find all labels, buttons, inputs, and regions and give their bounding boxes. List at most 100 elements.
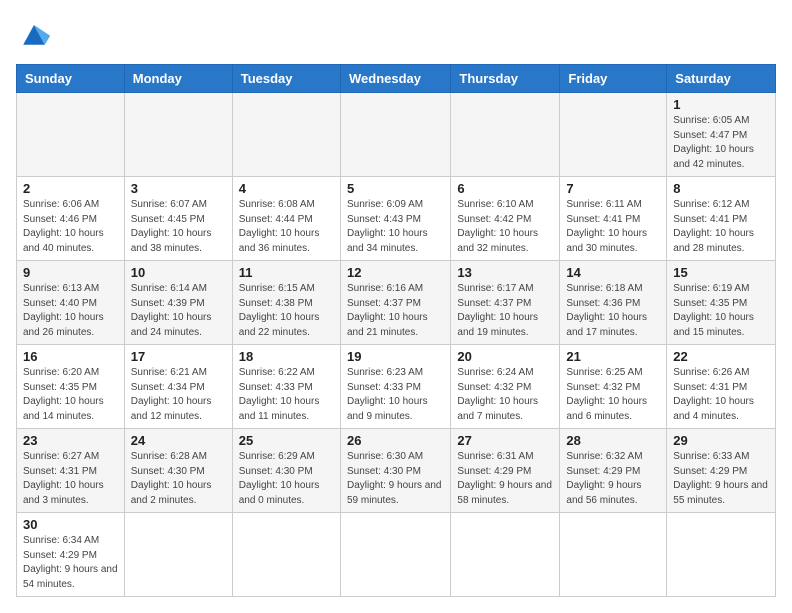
day-cell <box>667 513 776 597</box>
day-cell: 26 Sunrise: 6:30 AM Sunset: 4:30 PM Dayli… <box>340 429 450 513</box>
day-info: Sunrise: 6:22 AM Sunset: 4:33 PM Dayligh… <box>239 366 334 424</box>
weekday-header-tuesday: Tuesday <box>232 65 340 93</box>
day-number: 1 <box>673 97 769 112</box>
day-number: 8 <box>673 181 769 196</box>
weekday-header-wednesday: Wednesday <box>340 65 450 93</box>
day-cell: 15 Sunrise: 6:19 AM Sunset: 4:35 PM Dayli… <box>667 261 776 345</box>
day-info: Sunrise: 6:17 AM Sunset: 4:37 PM Dayligh… <box>457 282 553 340</box>
calendar-table: SundayMondayTuesdayWednesdayThursdayFrid… <box>16 64 776 597</box>
day-cell: 17 Sunrise: 6:21 AM Sunset: 4:34 PM Dayli… <box>124 345 232 429</box>
calendar-header: SundayMondayTuesdayWednesdayThursdayFrid… <box>17 65 776 93</box>
day-number: 19 <box>347 349 444 364</box>
day-info: Sunrise: 6:28 AM Sunset: 4:30 PM Dayligh… <box>131 450 226 508</box>
weekday-header-friday: Friday <box>560 65 667 93</box>
day-number: 14 <box>566 265 660 280</box>
logo-icon <box>16 16 52 52</box>
day-cell <box>340 93 450 177</box>
day-number: 6 <box>457 181 553 196</box>
day-number: 11 <box>239 265 334 280</box>
day-cell: 5Sunrise: 6:09 AM Sunset: 4:43 PM Daylig… <box>340 177 450 261</box>
weekday-header-thursday: Thursday <box>451 65 560 93</box>
day-number: 25 <box>239 433 334 448</box>
day-info: Sunrise: 6:15 AM Sunset: 4:38 PM Dayligh… <box>239 282 334 340</box>
weekday-header-saturday: Saturday <box>667 65 776 93</box>
day-cell <box>17 93 125 177</box>
day-number: 4 <box>239 181 334 196</box>
day-cell <box>124 513 232 597</box>
day-cell: 11 Sunrise: 6:15 AM Sunset: 4:38 PM Dayli… <box>232 261 340 345</box>
day-cell: 9Sunrise: 6:13 AM Sunset: 4:40 PM Daylig… <box>17 261 125 345</box>
day-cell <box>451 513 560 597</box>
day-number: 7 <box>566 181 660 196</box>
day-cell <box>232 513 340 597</box>
day-number: 21 <box>566 349 660 364</box>
day-cell: 24 Sunrise: 6:28 AM Sunset: 4:30 PM Dayli… <box>124 429 232 513</box>
day-info: Sunrise: 6:11 AM Sunset: 4:41 PM Dayligh… <box>566 198 660 256</box>
day-info: Sunrise: 6:21 AM Sunset: 4:34 PM Dayligh… <box>131 366 226 424</box>
day-number: 3 <box>131 181 226 196</box>
day-info: Sunrise: 6:12 AM Sunset: 4:41 PM Dayligh… <box>673 198 769 256</box>
day-cell <box>560 513 667 597</box>
day-cell: 27 Sunrise: 6:31 AM Sunset: 4:29 PM Dayli… <box>451 429 560 513</box>
day-info: Sunrise: 6:31 AM Sunset: 4:29 PM Dayligh… <box>457 450 553 508</box>
day-number: 2 <box>23 181 118 196</box>
day-cell <box>232 93 340 177</box>
day-number: 24 <box>131 433 226 448</box>
day-info: Sunrise: 6:19 AM Sunset: 4:35 PM Dayligh… <box>673 282 769 340</box>
day-number: 30 <box>23 517 118 532</box>
day-info: Sunrise: 6:05 AM Sunset: 4:47 PM Dayligh… <box>673 114 769 172</box>
calendar-body: 1 Sunrise: 6:05 AM Sunset: 4:47 PM Daylig… <box>17 93 776 597</box>
weekday-header-sunday: Sunday <box>17 65 125 93</box>
week-row-6: 30 Sunrise: 6:34 AM Sunset: 4:29 PM Dayli… <box>17 513 776 597</box>
day-cell: 2 Sunrise: 6:06 AM Sunset: 4:46 PM Daylig… <box>17 177 125 261</box>
day-info: Sunrise: 6:32 AM Sunset: 4:29 PM Dayligh… <box>566 450 660 508</box>
day-number: 23 <box>23 433 118 448</box>
day-number: 26 <box>347 433 444 448</box>
day-number: 9 <box>23 265 118 280</box>
day-number: 16 <box>23 349 118 364</box>
day-info: Sunrise: 6:34 AM Sunset: 4:29 PM Dayligh… <box>23 534 118 592</box>
day-cell: 7 Sunrise: 6:11 AM Sunset: 4:41 PM Daylig… <box>560 177 667 261</box>
day-cell: 16Sunrise: 6:20 AM Sunset: 4:35 PM Dayli… <box>17 345 125 429</box>
day-cell: 8 Sunrise: 6:12 AM Sunset: 4:41 PM Daylig… <box>667 177 776 261</box>
day-number: 28 <box>566 433 660 448</box>
day-cell: 4 Sunrise: 6:08 AM Sunset: 4:44 PM Daylig… <box>232 177 340 261</box>
page-header <box>16 16 776 52</box>
day-cell: 22Sunrise: 6:26 AM Sunset: 4:31 PM Dayli… <box>667 345 776 429</box>
day-number: 17 <box>131 349 226 364</box>
day-info: Sunrise: 6:14 AM Sunset: 4:39 PM Dayligh… <box>131 282 226 340</box>
logo <box>16 16 58 52</box>
day-cell: 19Sunrise: 6:23 AM Sunset: 4:33 PM Dayli… <box>340 345 450 429</box>
day-number: 27 <box>457 433 553 448</box>
day-number: 20 <box>457 349 553 364</box>
weekday-row: SundayMondayTuesdayWednesdayThursdayFrid… <box>17 65 776 93</box>
day-cell <box>340 513 450 597</box>
day-info: Sunrise: 6:06 AM Sunset: 4:46 PM Dayligh… <box>23 198 118 256</box>
day-info: Sunrise: 6:29 AM Sunset: 4:30 PM Dayligh… <box>239 450 334 508</box>
weekday-header-monday: Monday <box>124 65 232 93</box>
week-row-4: 16Sunrise: 6:20 AM Sunset: 4:35 PM Dayli… <box>17 345 776 429</box>
day-info: Sunrise: 6:10 AM Sunset: 4:42 PM Dayligh… <box>457 198 553 256</box>
day-number: 29 <box>673 433 769 448</box>
day-number: 12 <box>347 265 444 280</box>
week-row-2: 2 Sunrise: 6:06 AM Sunset: 4:46 PM Daylig… <box>17 177 776 261</box>
day-info: Sunrise: 6:25 AM Sunset: 4:32 PM Dayligh… <box>566 366 660 424</box>
day-cell <box>451 93 560 177</box>
week-row-5: 23Sunrise: 6:27 AM Sunset: 4:31 PM Dayli… <box>17 429 776 513</box>
day-cell: 6 Sunrise: 6:10 AM Sunset: 4:42 PM Daylig… <box>451 177 560 261</box>
day-cell: 25 Sunrise: 6:29 AM Sunset: 4:30 PM Dayli… <box>232 429 340 513</box>
day-info: Sunrise: 6:33 AM Sunset: 4:29 PM Dayligh… <box>673 450 769 508</box>
day-info: Sunrise: 6:24 AM Sunset: 4:32 PM Dayligh… <box>457 366 553 424</box>
day-cell: 28 Sunrise: 6:32 AM Sunset: 4:29 PM Dayli… <box>560 429 667 513</box>
day-info: Sunrise: 6:08 AM Sunset: 4:44 PM Dayligh… <box>239 198 334 256</box>
day-info: Sunrise: 6:30 AM Sunset: 4:30 PM Dayligh… <box>347 450 444 508</box>
day-cell: 18 Sunrise: 6:22 AM Sunset: 4:33 PM Dayli… <box>232 345 340 429</box>
day-cell: 3Sunrise: 6:07 AM Sunset: 4:45 PM Daylig… <box>124 177 232 261</box>
day-number: 18 <box>239 349 334 364</box>
day-cell: 14Sunrise: 6:18 AM Sunset: 4:36 PM Dayli… <box>560 261 667 345</box>
day-info: Sunrise: 6:16 AM Sunset: 4:37 PM Dayligh… <box>347 282 444 340</box>
day-number: 15 <box>673 265 769 280</box>
day-info: Sunrise: 6:09 AM Sunset: 4:43 PM Dayligh… <box>347 198 444 256</box>
day-cell: 21 Sunrise: 6:25 AM Sunset: 4:32 PM Dayli… <box>560 345 667 429</box>
day-number: 10 <box>131 265 226 280</box>
